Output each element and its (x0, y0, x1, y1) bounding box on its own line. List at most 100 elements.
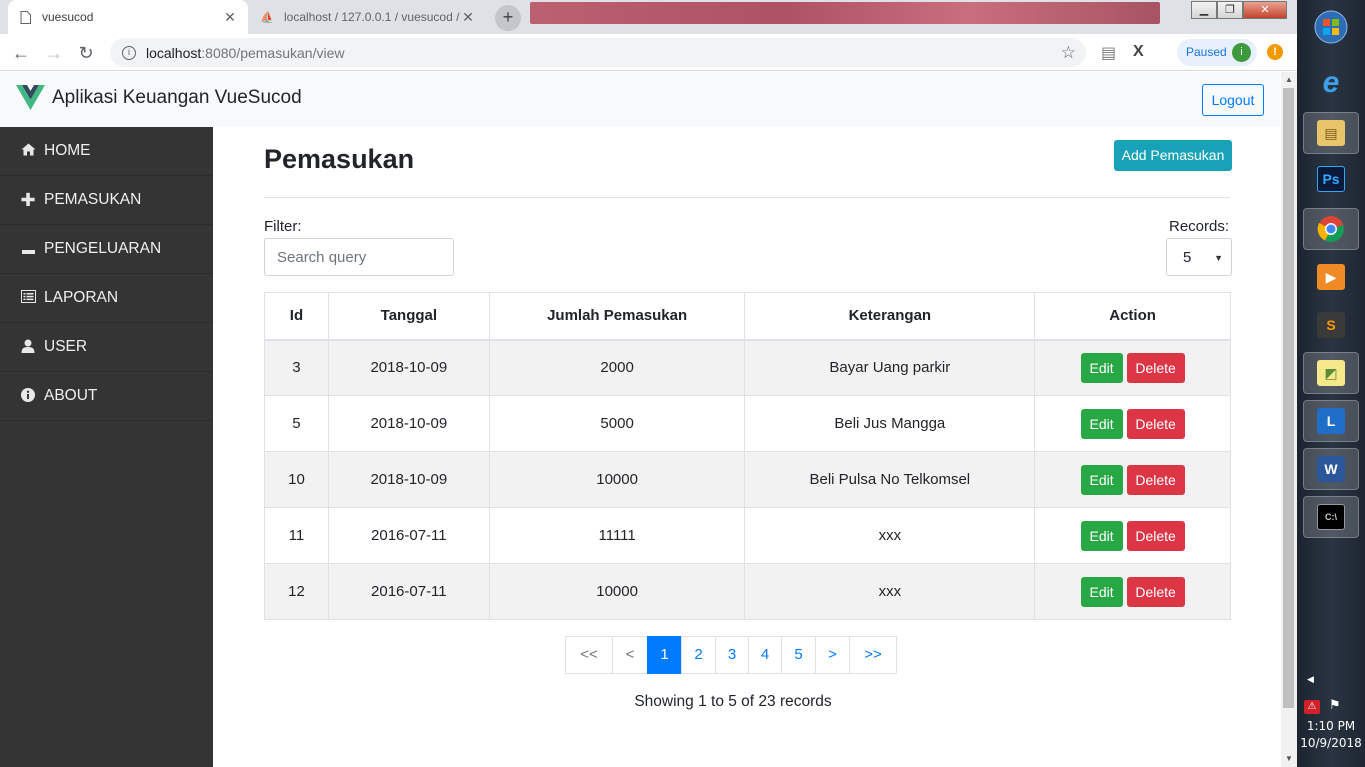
page-button-4[interactable]: 4 (748, 636, 782, 674)
web-page: Aplikasi Keuangan VueSucod Logout HOME ✚… (0, 72, 1280, 767)
cell-id: 10 (264, 451, 329, 508)
table-row: 11 2016-07-11 11111 xxx Edit Delete (264, 507, 1231, 564)
cell-id: 3 (264, 339, 329, 396)
scrollbar-thumb[interactable] (1283, 88, 1294, 708)
sidebar-item-laporan[interactable]: LAPORAN (0, 274, 213, 323)
records-label: Records: (1169, 218, 1230, 235)
tray-expand-icon[interactable]: ◀ (1307, 674, 1314, 685)
cell-keterangan: Beli Jus Mangga (744, 395, 1036, 452)
reload-icon[interactable]: ↻ (74, 41, 98, 65)
cell-jumlah: 2000 (488, 339, 746, 396)
windows-taskbar: e ▤ Ps ▶ S ◩ L W C:\ (1297, 0, 1365, 767)
page-next-button[interactable]: > (815, 636, 850, 674)
address-bar[interactable]: i localhost:8080/pemasukan/view ☆ (110, 38, 1086, 67)
delete-button[interactable]: Delete (1126, 520, 1185, 551)
minimize-button[interactable]: ▁ (1191, 1, 1217, 19)
clock-time: 1:10 PM (1306, 719, 1356, 733)
app-navbar: Aplikasi Keuangan VueSucod Logout (0, 72, 1280, 127)
page-button-1[interactable]: 1 (647, 636, 682, 674)
search-input[interactable] (264, 238, 454, 276)
page-first-button[interactable]: << (565, 636, 613, 674)
sidebar-item-pemasukan[interactable]: ✚ PEMASUKAN (0, 176, 213, 225)
vue-logo-icon (16, 85, 45, 110)
cell-keterangan: xxx (744, 507, 1036, 564)
sidebar-item-home[interactable]: HOME (0, 127, 213, 176)
browser-tab-phpmyadmin[interactable]: ⛵ localhost / 127.0.0.1 / vuesucod / ✕ (250, 0, 486, 34)
cell-id: 12 (264, 563, 329, 620)
table-row: 3 2018-10-09 2000 Bayar Uang parkir Edit… (264, 339, 1231, 396)
cell-keterangan: Bayar Uang parkir (744, 339, 1036, 396)
add-pemasukan-button[interactable]: Add Pemasukan (1114, 140, 1232, 171)
page-button-3[interactable]: 3 (715, 636, 749, 674)
app-brand[interactable]: Aplikasi Keuangan VueSucod (16, 85, 302, 110)
taskbar-clock[interactable]: 1:10 PM 10/9/2018 (1297, 718, 1365, 752)
delete-button[interactable]: Delete (1126, 352, 1185, 383)
x-extension-icon[interactable]: X (1133, 43, 1144, 61)
warning-icon[interactable]: ! (1267, 44, 1283, 60)
photoshop-icon[interactable]: Ps (1303, 158, 1359, 200)
back-icon[interactable]: ← (9, 41, 33, 65)
profile-paused-button[interactable]: Paused i (1177, 39, 1257, 66)
start-button[interactable] (1303, 6, 1359, 48)
page-prev-button[interactable]: < (612, 636, 648, 674)
delete-button[interactable]: Delete (1126, 464, 1185, 495)
page-button-5[interactable]: 5 (781, 636, 816, 674)
user-icon (20, 339, 36, 356)
sidebar-item-user[interactable]: USER (0, 323, 213, 372)
bookmark-star-icon[interactable]: ☆ (1061, 43, 1076, 63)
word-icon[interactable]: W (1303, 448, 1359, 490)
sidebar-item-label: HOME (44, 142, 91, 159)
maximize-button[interactable]: ❐ (1217, 1, 1243, 19)
sticky-notes-icon[interactable]: ◩ (1303, 352, 1359, 394)
minus-icon (20, 241, 36, 257)
sidebar-item-pengeluaran[interactable]: PENGELUARAN (0, 225, 213, 274)
page-button-2[interactable]: 2 (681, 636, 716, 674)
cell-action: Edit Delete (1034, 563, 1231, 620)
close-tab-icon[interactable]: ✕ (222, 9, 238, 26)
cell-id: 5 (264, 395, 329, 452)
action-center-flag-icon[interactable]: ⚑ (1329, 697, 1341, 713)
info-icon[interactable]: i (122, 45, 136, 60)
tab-title: localhost / 127.0.0.1 / vuesucod / (284, 10, 460, 24)
command-prompt-icon[interactable]: C:\ (1303, 496, 1359, 538)
chrome-icon[interactable] (1303, 208, 1359, 250)
cell-tanggal: 2016-07-11 (327, 563, 490, 620)
file-explorer-icon[interactable]: ▤ (1303, 112, 1359, 154)
table-row: 12 2016-07-11 10000 xxx Edit Delete (264, 563, 1231, 620)
lync-icon[interactable]: L (1303, 400, 1359, 442)
forward-icon[interactable]: → (42, 41, 66, 65)
sidebar-item-label: LAPORAN (44, 289, 119, 306)
scroll-up-icon[interactable]: ▲ (1281, 72, 1297, 88)
cell-tanggal: 2018-10-09 (327, 395, 490, 452)
internet-explorer-icon[interactable]: e (1303, 62, 1359, 104)
sublime-text-icon[interactable]: S (1303, 304, 1359, 346)
chevron-down-icon: ▼ (1214, 253, 1223, 263)
edit-button[interactable]: Edit (1080, 352, 1123, 383)
close-window-button[interactable]: ✕ (1243, 1, 1287, 19)
page-last-button[interactable]: >> (849, 636, 897, 674)
edit-button[interactable]: Edit (1080, 408, 1123, 439)
delete-button[interactable]: Delete (1126, 576, 1185, 607)
edit-button[interactable]: Edit (1080, 576, 1123, 607)
records-per-page-select[interactable]: 5 ▼ (1166, 238, 1232, 276)
page-scrollbar[interactable]: ▲ ▼ (1281, 72, 1297, 767)
delete-button[interactable]: Delete (1126, 408, 1185, 439)
cell-action: Edit Delete (1034, 339, 1231, 396)
clock-date: 10/9/2018 (1300, 736, 1362, 750)
media-player-icon[interactable]: ▶ (1303, 256, 1359, 298)
cell-keterangan: xxx (744, 563, 1036, 620)
edit-button[interactable]: Edit (1080, 520, 1123, 551)
close-tab-icon[interactable]: ✕ (460, 9, 476, 26)
browser-tab-vuesucod[interactable]: vuesucod ✕ (8, 0, 248, 34)
antivirus-tray-icon[interactable]: ⚠ (1304, 697, 1320, 714)
url-path: :8080/pemasukan/view (201, 44, 345, 61)
pdf-extension-icon[interactable]: ▤ (1101, 43, 1116, 63)
sidebar-item-about[interactable]: ABOUT (0, 372, 213, 421)
new-tab-button[interactable]: + (495, 5, 521, 31)
window-controls: ▁ ❐ ✕ (1191, 1, 1287, 19)
column-header-id: Id (264, 292, 329, 341)
scroll-down-icon[interactable]: ▼ (1281, 751, 1297, 767)
edit-button[interactable]: Edit (1080, 464, 1123, 495)
logout-button[interactable]: Logout (1202, 84, 1264, 116)
sidebar-item-label: USER (44, 338, 88, 355)
